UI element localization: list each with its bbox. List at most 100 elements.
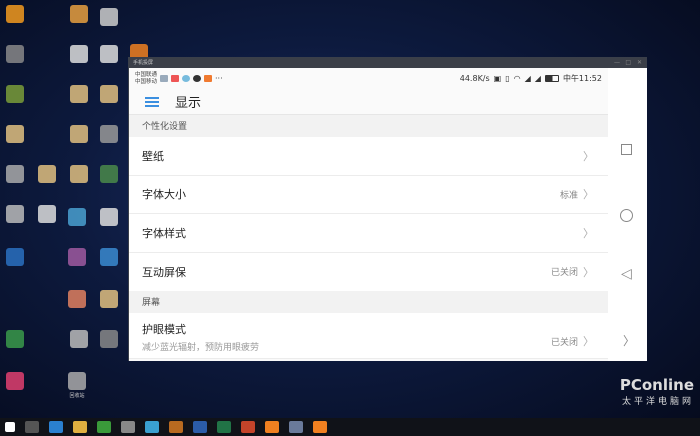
- minimize-button[interactable]: —: [614, 58, 620, 68]
- setting-label: 护眼模式: [142, 323, 186, 336]
- phone-screen: 中国联通 中国移动 ··· 44.8K/s ▣ ▯ ◠ ◢ ◢ 中午11:52 …: [129, 68, 608, 361]
- desktop-icon[interactable]: [100, 248, 118, 266]
- setting-wallpaper[interactable]: 壁纸 〉: [129, 137, 608, 176]
- app-icon[interactable]: [289, 421, 303, 433]
- taskbar: [0, 418, 700, 436]
- word-icon[interactable]: [193, 421, 207, 433]
- setting-eye-comfort[interactable]: 护眼模式 减少蓝光辐射，预防用眼疲劳 已关闭 〉: [129, 313, 608, 359]
- menu-icon[interactable]: [145, 96, 159, 107]
- carrier-1: 中国联通: [135, 71, 158, 78]
- mail-icon[interactable]: [121, 421, 135, 433]
- desktop-icon[interactable]: [70, 125, 88, 143]
- start-button[interactable]: [5, 422, 15, 432]
- more-notifications: ···: [215, 74, 223, 83]
- edge-icon[interactable]: [49, 421, 63, 433]
- maximize-button[interactable]: □: [625, 58, 631, 68]
- desktop-icon[interactable]: [100, 125, 118, 143]
- desktop-icon[interactable]: [100, 165, 118, 183]
- expand-button[interactable]: 〉: [623, 332, 635, 349]
- wifi-icon: ◠: [513, 74, 521, 83]
- battery-icon: [544, 75, 559, 82]
- section-header: 个性化设置: [129, 115, 608, 137]
- video-icon: [204, 75, 213, 82]
- desktop-icon[interactable]: [100, 85, 118, 103]
- vibrate-icon: ▯: [505, 74, 510, 83]
- setting-description: 减少蓝光辐射，预防用眼疲劳: [142, 343, 260, 353]
- status-bar: 中国联通 中国移动 ··· 44.8K/s ▣ ▯ ◠ ◢ ◢ 中午11:52: [129, 68, 608, 89]
- app-icon[interactable]: [145, 421, 159, 433]
- chrome-icon[interactable]: [97, 421, 111, 433]
- setting-value: 已关闭: [550, 268, 578, 279]
- desktop-icon[interactable]: [100, 45, 118, 63]
- desktop-icon[interactable]: [100, 330, 118, 348]
- desktop-icon[interactable]: [38, 205, 56, 223]
- powerpoint-icon[interactable]: [241, 421, 255, 433]
- desktop-icon[interactable]: [70, 85, 88, 103]
- setting-font-style[interactable]: 字体样式 〉: [129, 214, 608, 253]
- app-icon[interactable]: [169, 421, 183, 433]
- setting-value: 标准: [559, 190, 578, 201]
- page-title: 显示: [175, 96, 202, 111]
- search-taskbar-icon[interactable]: [25, 421, 39, 433]
- recycle-bin-label: 回收站: [69, 393, 85, 399]
- setting-screensaver[interactable]: 互动屏保 已关闭 〉: [129, 252, 608, 291]
- watermark: PConline 太平洋电脑网: [620, 376, 694, 407]
- setting-value: 已关闭: [550, 338, 578, 348]
- setting-label: 壁纸: [142, 149, 164, 163]
- close-button[interactable]: ✕: [637, 58, 642, 68]
- signal-icon: ◢: [524, 74, 531, 83]
- setting-label: 互动屏保: [142, 265, 186, 279]
- desktop-icon[interactable]: [70, 330, 88, 348]
- desktop-icon[interactable]: [70, 5, 88, 23]
- desktop-icon[interactable]: [100, 208, 118, 226]
- desktop-icon[interactable]: [70, 45, 88, 63]
- phone-mirror-taskbar-icon[interactable]: [313, 421, 327, 433]
- back-button[interactable]: ◁: [621, 266, 632, 282]
- setting-label: 字体大小: [142, 188, 186, 202]
- cast-icon: ▣: [493, 74, 502, 83]
- home-button[interactable]: [620, 209, 633, 222]
- chevron-right-icon: 〉: [583, 188, 594, 202]
- recycle-bin-icon[interactable]: [68, 372, 86, 390]
- explorer-icon[interactable]: [73, 421, 87, 433]
- desktop-icon[interactable]: [68, 208, 86, 226]
- network-speed: 44.8K/s: [459, 74, 490, 83]
- desktop-icon[interactable]: [6, 165, 24, 183]
- chevron-right-icon: 〉: [583, 335, 594, 348]
- desktop-icon[interactable]: [68, 290, 86, 308]
- app-bar: 显示: [129, 89, 608, 115]
- setting-font-size[interactable]: 字体大小 标准 〉: [129, 175, 608, 214]
- desktop-icon[interactable]: [6, 5, 24, 23]
- desktop-icon[interactable]: [38, 165, 56, 183]
- desktop-icon[interactable]: [6, 125, 24, 143]
- window-titlebar[interactable]: 手机投屏 — □ ✕: [129, 58, 646, 68]
- setting-label: 字体样式: [142, 226, 186, 240]
- headset-icon: [182, 75, 191, 82]
- watermark-cn: 太平洋电脑网: [621, 397, 694, 407]
- desktop-icon[interactable]: [68, 248, 86, 266]
- chevron-right-icon: 〉: [583, 265, 594, 279]
- clock: 中午11:52: [562, 74, 602, 83]
- desktop-icon[interactable]: [6, 248, 24, 266]
- carrier-2: 中国移动: [135, 78, 158, 85]
- watermark-brand: PConline: [619, 376, 694, 394]
- chat-icon: [193, 75, 202, 82]
- desktop-icon[interactable]: [6, 85, 24, 103]
- desktop-icon[interactable]: [6, 372, 24, 390]
- carrier-info: 中国联通 中国移动: [135, 72, 157, 86]
- desktop-icon[interactable]: [6, 205, 24, 223]
- recents-button[interactable]: [621, 144, 632, 155]
- app-icon[interactable]: [265, 421, 279, 433]
- window-title: 手机投屏: [133, 60, 154, 66]
- notification-icon: [171, 75, 180, 82]
- desktop-icon[interactable]: [100, 8, 118, 26]
- section-header: 屏幕: [129, 291, 608, 313]
- signal-icon: ◢: [534, 74, 541, 83]
- chevron-right-icon: 〉: [583, 149, 594, 163]
- desktop-icon[interactable]: [100, 290, 118, 308]
- desktop-icon[interactable]: [70, 165, 88, 183]
- desktop-icon[interactable]: [6, 330, 24, 348]
- desktop-icon[interactable]: [6, 45, 24, 63]
- phone-mirror-window: 手机投屏 — □ ✕ 中国联通 中国移动 ··· 44.8K/s ▣ ▯ ◠ ◢…: [128, 57, 647, 361]
- excel-icon[interactable]: [217, 421, 231, 433]
